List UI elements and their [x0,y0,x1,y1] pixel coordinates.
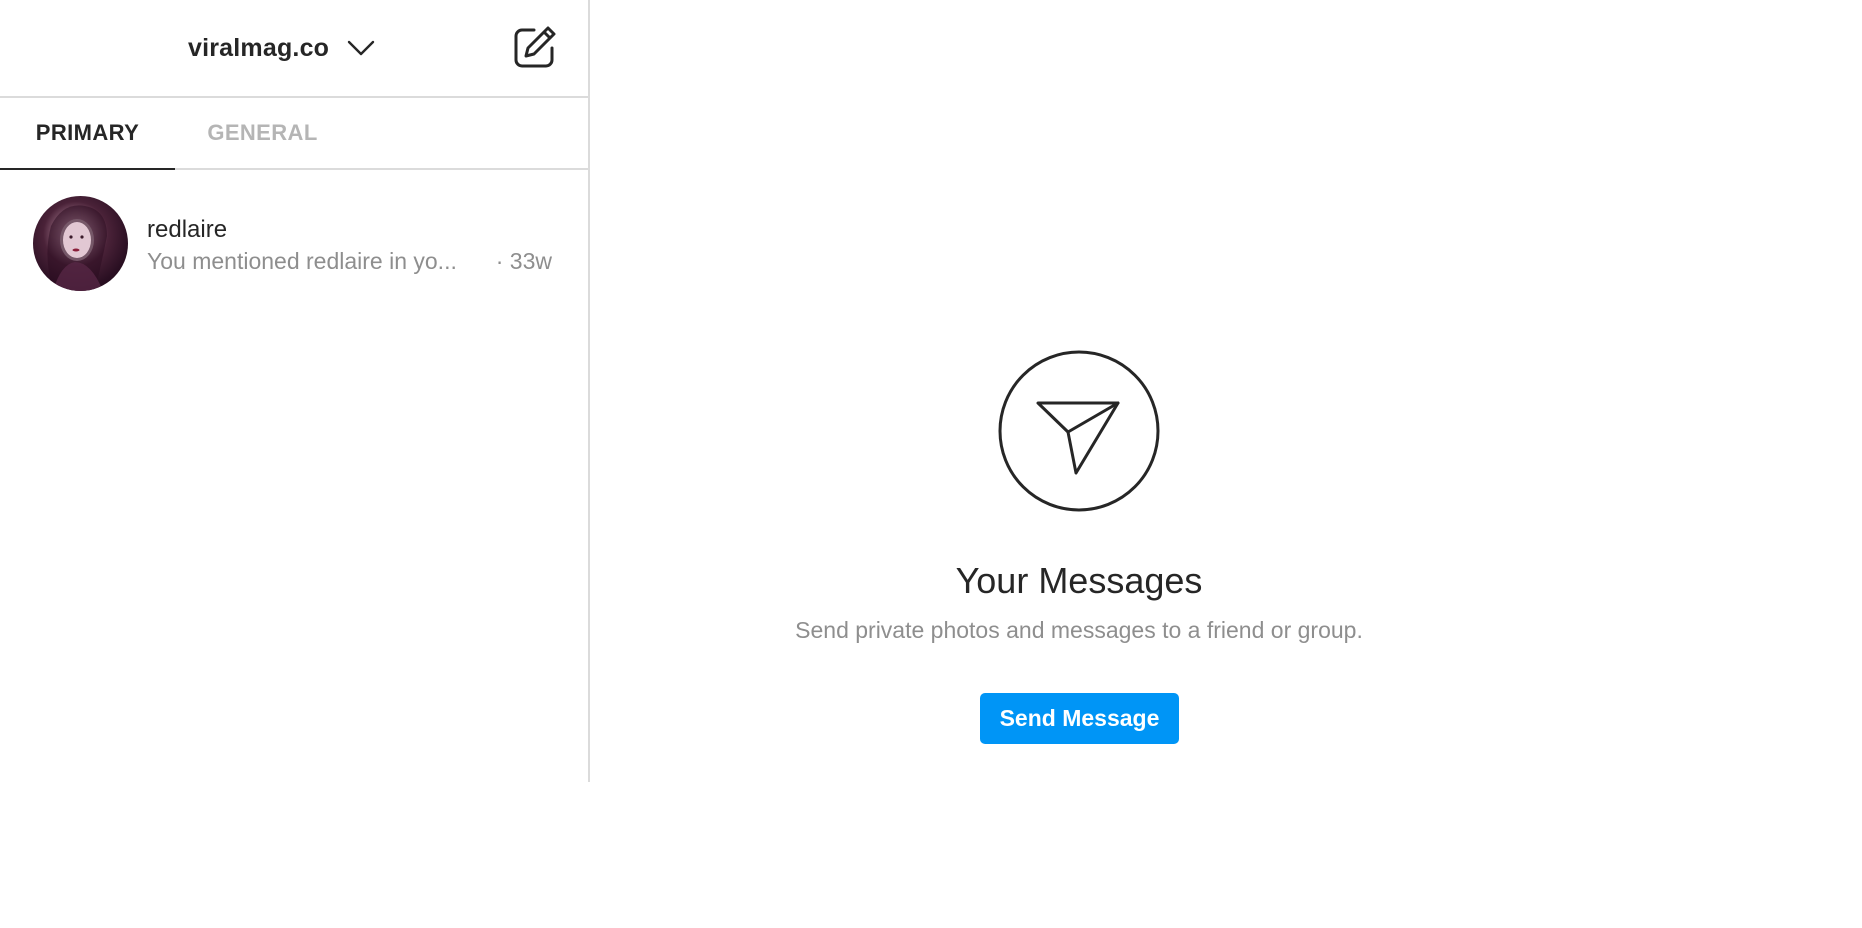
conversation-list-panel: viralmag.co PRIMARY GENERAL redlaire You… [0,0,590,782]
send-message-button[interactable]: Send Message [980,693,1179,744]
empty-state-subtitle: Send private photos and messages to a fr… [795,617,1363,643]
conversation-timestamp: · 33w [495,248,552,274]
tab-general[interactable]: GENERAL [175,98,350,168]
avatar [33,196,128,291]
inbox-header: viralmag.co [0,0,588,98]
message-panel: Your Messages Send private photos and me… [590,0,1558,782]
inbox-tabs: PRIMARY GENERAL [0,98,588,170]
chevron-down-icon [347,38,377,58]
conversation-preview: You mentioned redlaire in yo... [147,248,457,274]
empty-state: Your Messages Send private photos and me… [590,0,1558,782]
empty-state-title: Your Messages [955,560,1203,601]
direct-inbox: viralmag.co PRIMARY GENERAL redlaire You… [0,0,1862,928]
account-name: viralmag.co [188,33,330,62]
tab-primary[interactable]: PRIMARY [0,98,175,170]
account-switcher[interactable]: viralmag.co [188,28,377,68]
conversation-item[interactable]: redlaire You mentioned redlaire in yo...… [0,180,588,306]
edit-icon [514,26,556,68]
new-message-button[interactable] [510,24,558,72]
conversation-username: redlaire [147,216,228,243]
paper-plane-icon [998,350,1160,512]
